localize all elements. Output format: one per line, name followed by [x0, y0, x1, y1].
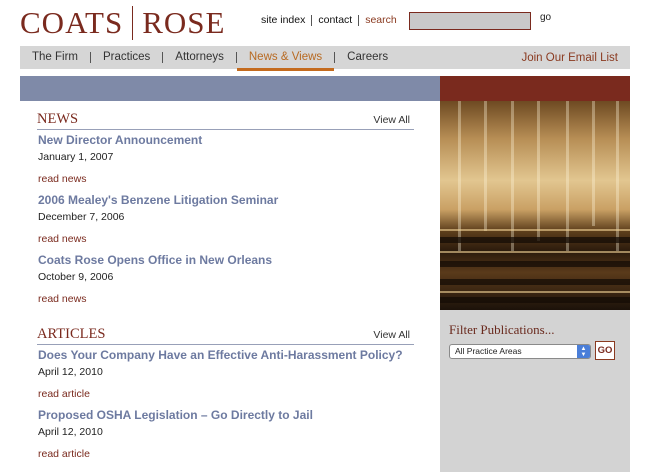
search-go-button[interactable]: go — [540, 12, 551, 23]
filter-go-button[interactable]: GO — [595, 341, 615, 360]
photo-paper-streak — [484, 101, 487, 231]
read-article-link[interactable]: read article — [38, 448, 418, 460]
photo-roller-highlight — [440, 251, 630, 253]
news-headline[interactable]: 2006 Mealey's Benzene Litigation Seminar — [38, 193, 418, 207]
practice-area-selected: All Practice Areas — [455, 346, 522, 356]
join-email-list-link[interactable]: Join Our Email List — [521, 52, 618, 64]
photo-paper-streak — [537, 101, 540, 241]
article-headline[interactable]: Does Your Company Have an Effective Anti… — [38, 348, 418, 362]
photo-roller-highlight — [440, 229, 630, 231]
articles-section-header: ARTICLES View All — [37, 325, 414, 345]
contact-link[interactable]: contact — [318, 14, 352, 26]
nav-item-the-firm[interactable]: The Firm — [20, 46, 90, 69]
filter-title: Filter Publications... — [449, 322, 555, 337]
article-headline[interactable]: Proposed OSHA Legislation – Go Directly … — [38, 408, 418, 422]
article-date: April 12, 2010 — [38, 366, 103, 378]
articles-title: ARTICLES — [37, 326, 106, 342]
logo-right-word: ROSE — [142, 5, 226, 40]
photo-roller — [440, 261, 630, 267]
read-news-link[interactable]: read news — [38, 293, 418, 305]
article-item: Does Your Company Have an Effective Anti… — [38, 348, 418, 400]
practice-area-select[interactable]: All Practice Areas ▲ ▼ — [449, 344, 591, 359]
utility-divider — [311, 14, 313, 26]
news-item: 2006 Mealey's Benzene Litigation Seminar… — [38, 193, 418, 245]
filter-publications-panel: Filter Publications... All Practice Area… — [440, 310, 630, 472]
main-nav: The Firm Practices Attorneys News & View… — [20, 46, 630, 71]
nav-item-attorneys[interactable]: Attorneys — [163, 46, 236, 69]
news-view-all-link[interactable]: View All — [373, 114, 410, 126]
articles-view-all-link[interactable]: View All — [373, 329, 410, 341]
news-headline[interactable]: Coats Rose Opens Office in New Orleans — [38, 253, 418, 267]
logo-divider — [132, 6, 134, 40]
utility-divider — [358, 14, 360, 26]
sidebar-header-band — [440, 76, 630, 101]
printing-press-photo — [440, 101, 630, 310]
logo-left-word: COATS — [20, 5, 124, 40]
news-item: New Director Announcement January 1, 200… — [38, 133, 418, 185]
search-input[interactable] — [409, 12, 531, 30]
read-article-link[interactable]: read article — [38, 388, 418, 400]
read-news-link[interactable]: read news — [38, 233, 418, 245]
content-header-band — [20, 76, 440, 101]
photo-paper-streak — [592, 101, 595, 226]
nav-item-careers[interactable]: Careers — [335, 46, 400, 69]
utility-links: site index contact search — [261, 14, 397, 26]
nav-item-news-views[interactable]: News & Views — [236, 46, 335, 71]
article-item: Proposed OSHA Legislation – Go Directly … — [38, 408, 418, 460]
news-date: January 1, 2007 — [38, 151, 114, 163]
photo-roller-highlight — [440, 291, 630, 293]
photo-roller — [440, 279, 630, 285]
site-index-link[interactable]: site index — [261, 14, 305, 26]
nav-item-practices[interactable]: Practices — [91, 46, 162, 69]
photo-roller — [440, 237, 630, 243]
news-headline[interactable]: New Director Announcement — [38, 133, 418, 147]
news-title: NEWS — [37, 111, 79, 127]
photo-roller — [440, 297, 630, 303]
select-arrows-icon: ▲ ▼ — [577, 345, 590, 358]
site-logo[interactable]: COATS ROSE — [20, 5, 226, 40]
news-date: December 7, 2006 — [38, 211, 125, 223]
search-label: search — [365, 14, 397, 26]
news-date: October 9, 2006 — [38, 271, 114, 283]
news-item: Coats Rose Opens Office in New Orleans O… — [38, 253, 418, 305]
read-news-link[interactable]: read news — [38, 173, 418, 185]
article-date: April 12, 2010 — [38, 426, 103, 438]
news-section-header: NEWS View All — [37, 110, 414, 130]
